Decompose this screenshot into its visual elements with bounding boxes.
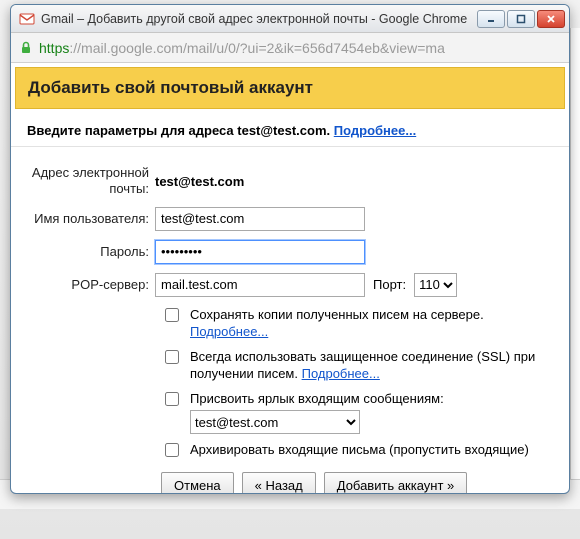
ssl-checkbox[interactable]	[165, 350, 179, 364]
address-bar[interactable]: https://mail.google.com/mail/u/0/?ui=2&i…	[11, 33, 569, 63]
window-titlebar: Gmail – Добавить другой свой адрес элект…	[11, 5, 569, 33]
window-title: Gmail – Добавить другой свой адрес элект…	[41, 12, 471, 26]
subheader-more-link[interactable]: Подробнее...	[334, 123, 416, 138]
row-username: Имя пользователя:	[27, 207, 553, 231]
add-account-button[interactable]: Добавить аккаунт »	[324, 472, 468, 493]
gmail-icon	[19, 11, 35, 27]
row-password: Пароль:	[27, 240, 553, 264]
row-pop: POP-сервер: Порт: 110	[27, 273, 553, 297]
keep-copy-more-link[interactable]: Подробнее...	[190, 324, 268, 339]
cancel-button[interactable]: Отмена	[161, 472, 234, 493]
option-keep-copy: Сохранять копии полученных писем на серв…	[161, 306, 553, 341]
keep-copy-text: Сохранять копии полученных писем на серв…	[190, 306, 550, 341]
ssl-text: Всегда использовать защищенное соединени…	[190, 348, 550, 383]
row-email: Адрес электронной почты: test@test.com	[27, 161, 553, 198]
subheader-period: .	[327, 123, 334, 138]
back-button[interactable]: « Назад	[242, 472, 316, 493]
label-select[interactable]: test@test.com	[190, 410, 360, 434]
label-incoming-text: Присвоить ярлык входящим сообщениям: tes…	[190, 390, 550, 435]
backdrop-stripe	[570, 28, 580, 479]
archive-text: Архивировать входящие письма (пропустить…	[190, 441, 550, 459]
option-archive: Архивировать входящие письма (пропустить…	[161, 441, 553, 460]
email-label: Адрес электронной почты:	[27, 161, 155, 198]
option-label-incoming: Присвоить ярлык входящим сообщениям: tes…	[161, 390, 553, 435]
option-ssl: Всегда использовать защищенное соединени…	[161, 348, 553, 383]
subheader-prefix: Введите параметры для адреса	[27, 123, 237, 138]
dialog-subheader: Введите параметры для адреса test@test.c…	[11, 113, 569, 147]
window-controls	[477, 10, 565, 28]
username-input[interactable]	[155, 207, 365, 231]
subheader-email: test@test.com	[237, 123, 326, 138]
pop-server-input[interactable]	[155, 273, 365, 297]
dialog-header: Добавить свой почтовый аккаунт	[15, 67, 565, 109]
username-label: Имя пользователя:	[27, 207, 155, 231]
email-value: test@test.com	[155, 170, 244, 189]
archive-checkbox[interactable]	[165, 443, 179, 457]
url-host: ://mail.google.com	[69, 40, 183, 56]
url-path: /mail/u/0/?ui=2&ik=656d7454eb&view=ma	[183, 40, 445, 56]
url-scheme: https	[39, 40, 69, 56]
popup-window: Gmail – Добавить другой свой адрес элект…	[10, 4, 570, 494]
minimize-button[interactable]	[477, 10, 505, 28]
pop-label: POP-сервер:	[27, 273, 155, 297]
ssl-more-link[interactable]: Подробнее...	[302, 366, 380, 381]
label-incoming-checkbox[interactable]	[165, 392, 179, 406]
password-input[interactable]	[155, 240, 365, 264]
options: Сохранять копии полученных писем на серв…	[161, 306, 553, 461]
password-label: Пароль:	[27, 240, 155, 264]
maximize-button[interactable]	[507, 10, 535, 28]
port-select[interactable]: 110	[414, 273, 457, 297]
close-button[interactable]	[537, 10, 565, 28]
url-text: https://mail.google.com/mail/u/0/?ui=2&i…	[39, 40, 561, 56]
keep-copy-checkbox[interactable]	[165, 308, 179, 322]
lock-icon	[19, 41, 33, 55]
port-label: Порт:	[373, 277, 406, 292]
button-row: Отмена « Назад Добавить аккаунт »	[161, 472, 553, 493]
form: Адрес электронной почты: test@test.com И…	[11, 147, 569, 493]
dialog-content: Добавить свой почтовый аккаунт Введите п…	[11, 63, 569, 493]
